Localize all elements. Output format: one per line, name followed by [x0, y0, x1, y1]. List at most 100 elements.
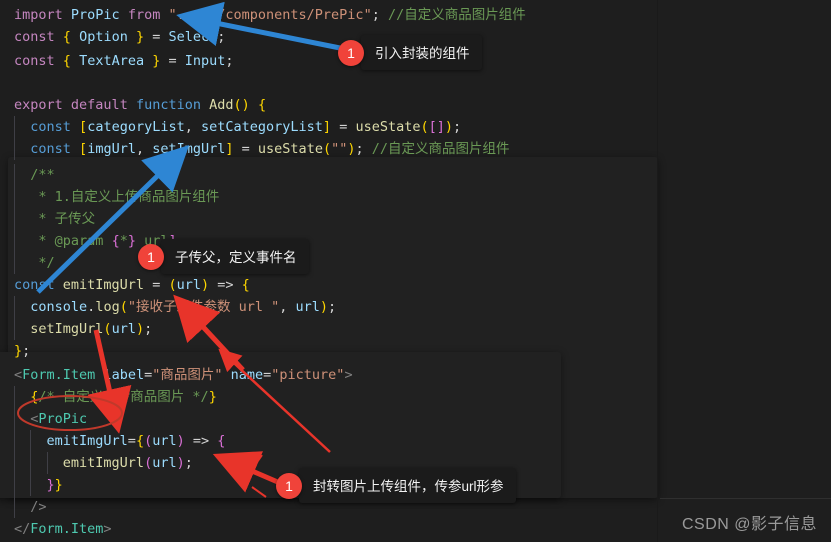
code-token: ; [328, 299, 337, 315]
code-token: { [241, 277, 250, 293]
code-token: const [30, 119, 71, 135]
code-token: { [217, 433, 226, 449]
code-token: ) [241, 97, 250, 113]
code-line: setImgUrl(url); [14, 318, 152, 340]
annotation-badge: 1 引入封装的组件 [338, 35, 482, 70]
code-token: ) [200, 277, 210, 293]
indent-guide [14, 230, 15, 252]
code-token: ; [184, 455, 193, 471]
indent-guide [14, 430, 15, 452]
code-token: = [331, 119, 356, 135]
code-token: { [62, 53, 71, 69]
code-token: export [14, 97, 63, 113]
code-token: useState [355, 119, 421, 135]
code-token: ) [347, 141, 356, 157]
code-token: /** [30, 167, 55, 183]
code-token: < [14, 367, 23, 383]
code-line: }; [14, 340, 30, 362]
annotation-badge-number: 1 [276, 472, 302, 499]
code-token: Add [209, 97, 234, 113]
code-token: emitImgUrl [62, 277, 145, 293]
code-token: function [135, 97, 201, 113]
code-token: ] [322, 119, 332, 135]
code-line: </Form.Item> [14, 518, 112, 540]
indent-guide [14, 186, 15, 208]
code-token: ProPic [38, 411, 88, 427]
code-line: */ [14, 252, 54, 274]
code-line: const emitImgUrl = (url) => { [14, 274, 250, 296]
code-token: /> [30, 499, 47, 515]
code-token: emitImgUrl [62, 455, 145, 471]
code-token: const [14, 29, 55, 45]
code-token: ) [319, 299, 329, 315]
code-token: = [127, 433, 136, 449]
code-token: from [127, 7, 161, 23]
code-line: }} [14, 474, 63, 496]
indent-guide [14, 208, 15, 230]
code-token: log [95, 299, 120, 315]
code-token: TextArea [79, 53, 145, 69]
code-token: /* 自定义上传商品图片 */ [38, 389, 209, 405]
code-line: <Form.Item label="商品图片" name="picture"> [14, 364, 353, 386]
indent-guide [46, 452, 48, 474]
indent-guide [14, 138, 15, 160]
code-token: //自定义商品图片组件 [371, 141, 510, 157]
code-token: "接收子组件参数 url " [127, 299, 280, 315]
code-line: const [categoryList, setCategoryList] = … [14, 116, 461, 138]
code-block[interactable]: import ProPic from "../../components/Pre… [0, 0, 831, 542]
code-token: ; [144, 321, 153, 337]
code-token: } [46, 477, 55, 493]
code-line: /> [14, 496, 47, 518]
code-token: ] [225, 141, 234, 157]
code-token: ProPic [70, 7, 120, 23]
code-token: { [62, 29, 71, 45]
code-token: Form.Item [30, 521, 104, 537]
code-token: import [14, 7, 63, 23]
watermark: CSDN @影子信息 [681, 516, 817, 533]
indent-guide [14, 116, 15, 138]
indent-guide [14, 318, 15, 340]
indent-guide [30, 430, 32, 452]
code-editor-screenshot: import ProPic from "../../components/Pre… [0, 0, 831, 542]
indent-guide [14, 408, 15, 430]
code-token: label [103, 367, 145, 383]
code-token: url [111, 321, 136, 337]
code-token: const [14, 53, 55, 69]
code-token: , [184, 119, 201, 135]
indent-guide [14, 164, 15, 186]
indent-guide [14, 252, 15, 274]
code-token: = [160, 53, 185, 69]
code-token: } [54, 477, 63, 493]
code-token: { [135, 433, 145, 449]
code-token: ) [444, 119, 454, 135]
code-token: ( [119, 299, 128, 315]
code-token: imgUrl [87, 141, 136, 157]
code-token: * 子传父 [38, 211, 96, 227]
code-token: * [38, 233, 55, 249]
code-line: {/* 自定义上传商品图片 */} [14, 386, 217, 408]
code-token: [ [428, 119, 437, 135]
code-line: console.log("接收子组件参数 url ", url); [14, 296, 336, 318]
code-token: [ [79, 141, 88, 157]
code-token: const [14, 277, 55, 293]
code-token: = [144, 367, 153, 383]
code-token: { [111, 233, 120, 249]
code-token: ( [103, 321, 112, 337]
